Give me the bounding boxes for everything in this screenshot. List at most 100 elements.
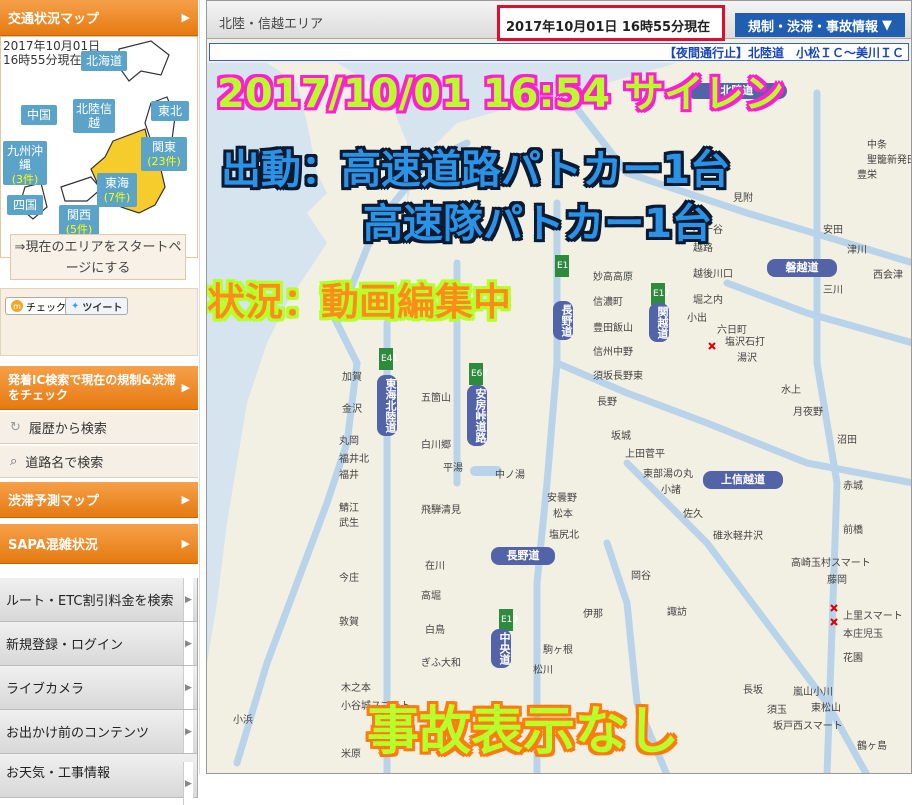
twitter-icon: ✦ (71, 300, 80, 312)
check-button[interactable]: m チェック (5, 297, 72, 315)
svg-text:越後川口: 越後川口 (693, 267, 733, 280)
svg-text:碓氷軽井沢: 碓氷軽井沢 (713, 529, 763, 542)
region-label: 九州沖縄 (6, 144, 43, 172)
jam-forecast-button[interactable]: 渋滞予測マップ ▶ (0, 482, 198, 518)
svg-text:坂城: 坂城 (611, 430, 631, 442)
social-box: m チェック ✦ ツイート (0, 288, 198, 356)
svg-text:金沢: 金沢 (342, 402, 362, 415)
sapa-button[interactable]: SAPA混雑状況 ▶ (0, 524, 198, 564)
traffic-map-panel: 加賀 金沢 丸岡 福井北 福井 鯖江 武生 今庄 敦賀 五箇山 白川郷 飛騨清見 在川 高堀 … (206, 0, 912, 774)
search-icon: ⌕ (10, 454, 18, 469)
tweet-button[interactable]: ✦ ツイート (65, 297, 129, 315)
region-kyushu-okinawa[interactable]: 九州沖縄 (3件) (3, 141, 47, 186)
region-label: 四国 (12, 198, 37, 212)
svg-text:月夜野: 月夜野 (793, 405, 823, 418)
svg-text:赤城: 赤城 (843, 480, 863, 492)
svg-text:福井: 福井 (339, 468, 359, 481)
svg-text:松川: 松川 (533, 663, 553, 676)
svg-text:安曇野: 安曇野 (547, 491, 577, 504)
svg-text:米原: 米原 (341, 747, 361, 760)
svg-text:中ノ湯: 中ノ湯 (495, 468, 525, 481)
svg-text:上里スマート: 上里スマート (843, 610, 903, 622)
svg-text:花園: 花園 (843, 651, 863, 664)
before-trip-button[interactable]: お出かけ前のコンテンツ ▶ (0, 710, 198, 754)
svg-text:須坂長野東: 須坂長野東 (593, 369, 643, 382)
region-chugoku[interactable]: 中国 (21, 105, 57, 125)
road-nagano[interactable]: 長野道 (491, 547, 555, 565)
svg-text:小浜: 小浜 (233, 714, 253, 726)
caret-down-icon: ▼ (882, 17, 892, 33)
svg-text:佐久: 佐久 (683, 508, 703, 520)
road-hokuriku[interactable]: 長野道 (553, 301, 573, 340)
svg-text:東松山: 東松山 (811, 701, 841, 714)
region-hokuriku-shinetsu[interactable]: 北陸信越 (73, 99, 115, 133)
weather-button[interactable]: お天気・工事情報 ▶ (0, 754, 198, 805)
region-label: 関東 (151, 140, 176, 154)
svg-text:ぎふ大和: ぎふ大和 (421, 656, 461, 669)
road-abo-toge[interactable]: 安房峠道路 (467, 385, 487, 446)
ic-search-label: 発着IC検索で現在の規制&渋滞をチェック (8, 372, 176, 402)
region-count: (7件) (103, 191, 131, 204)
svg-text:白鳥: 白鳥 (425, 623, 445, 636)
live-camera-button[interactable]: ライブカメラ ▶ (0, 666, 198, 710)
region-hokkaido[interactable]: 北海道 (81, 51, 127, 71)
live-camera-label: ライブカメラ (6, 682, 85, 697)
svg-text:在川: 在川 (425, 560, 445, 572)
traffic-info-button[interactable]: 規制・渋滞・事故情報 ▼ (735, 13, 905, 37)
svg-text:E67: E67 (471, 369, 488, 379)
svg-text:E17: E17 (653, 289, 670, 299)
refresh-icon: ↻ (10, 420, 21, 435)
chevron-right-icon: ▶ (181, 537, 190, 550)
svg-text:藤岡: 藤岡 (827, 574, 847, 586)
chevron-right-icon: ▶ (183, 666, 193, 709)
road-name-search-button[interactable]: ⌕ 道路名で検索 (0, 446, 198, 478)
svg-text:須玉: 須玉 (767, 704, 787, 716)
overlay-datetime-siren: 2017/10/01 16:54 サイレン (217, 71, 785, 117)
svg-text:福井北: 福井北 (339, 452, 369, 465)
region-tohoku[interactable]: 東北 (151, 101, 189, 121)
mixi-icon: m (11, 300, 23, 312)
road-kanetsu[interactable]: 関越道 (649, 303, 669, 342)
svg-text:聖籠新発田: 聖籠新発田 (867, 153, 912, 166)
region-shikoku[interactable]: 四国 (7, 195, 43, 215)
svg-text:諏訪: 諏訪 (667, 605, 687, 618)
road-tokai-hokuriku[interactable]: 東海北陸道 (377, 375, 397, 436)
history-search-button[interactable]: ↻ 履歴から検索 (0, 412, 198, 444)
overlay-no-accident: 事故表示なし (367, 702, 680, 762)
region-label: 中国 (26, 108, 51, 122)
svg-text:豊田飯山: 豊田飯山 (593, 321, 633, 334)
chevron-right-icon: ▶ (183, 578, 193, 621)
svg-text:加賀: 加賀 (342, 371, 362, 383)
news-ticker[interactable]: 【夜間通行止】北陸道 小松ＩＣ～美川ＩＣ (209, 43, 909, 61)
svg-text:前橋: 前橋 (843, 523, 863, 536)
svg-text:岡谷: 岡谷 (631, 570, 651, 582)
ic-search-header[interactable]: 発着IC検索で現在の規制&渋滞をチェック ▶ (0, 366, 198, 410)
svg-text:伊那: 伊那 (583, 608, 603, 620)
road-name-search-label: 道路名で検索 (25, 456, 104, 471)
svg-text:堀之内: 堀之内 (693, 293, 723, 306)
svg-text:津川: 津川 (847, 244, 867, 256)
svg-text:武生: 武生 (339, 516, 359, 529)
svg-text:長坂: 長坂 (743, 684, 763, 696)
svg-text:嵐山小川: 嵐山小川 (793, 686, 833, 698)
road-banetsu[interactable]: 磐越道 (767, 259, 837, 277)
current-time-box: 2017年10月01日 16時55分現在 (497, 5, 725, 41)
login-button[interactable]: 新規登録・ログイン ▶ (0, 622, 198, 666)
sidebar: 交通状況マップ ▶ 2017年10月01日 16時55分現在 北海道 中国 北陸… (0, 0, 200, 805)
region-label: 東北 (157, 104, 182, 118)
set-start-page-button[interactable]: ⇒現在のエリアをスタートページにする (10, 234, 186, 280)
traffic-map-header[interactable]: 交通状況マップ ▶ (0, 0, 198, 36)
region-kanto[interactable]: 関東 (23件) (141, 137, 187, 171)
svg-text:見附: 見附 (733, 191, 753, 204)
route-search-button[interactable]: ルート・ETC割引料金を検索 ▶ (0, 578, 198, 622)
svg-text:今庄: 今庄 (339, 571, 359, 584)
region-tokai[interactable]: 東海 (7件) (97, 173, 137, 207)
road-joshinetsu[interactable]: 上信越道 (703, 471, 783, 489)
road-chuo[interactable]: 中央道 (491, 629, 511, 668)
svg-text:松本: 松本 (553, 507, 573, 520)
check-label: チェック (26, 302, 66, 314)
svg-text:長野: 長野 (597, 396, 617, 408)
history-search-label: 履歴から検索 (28, 422, 107, 437)
map-topbar: 北陸・信越エリア 2017年10月01日 16時55分現在 規制・渋滞・事故情報… (207, 1, 911, 41)
svg-text:三川: 三川 (823, 285, 843, 296)
